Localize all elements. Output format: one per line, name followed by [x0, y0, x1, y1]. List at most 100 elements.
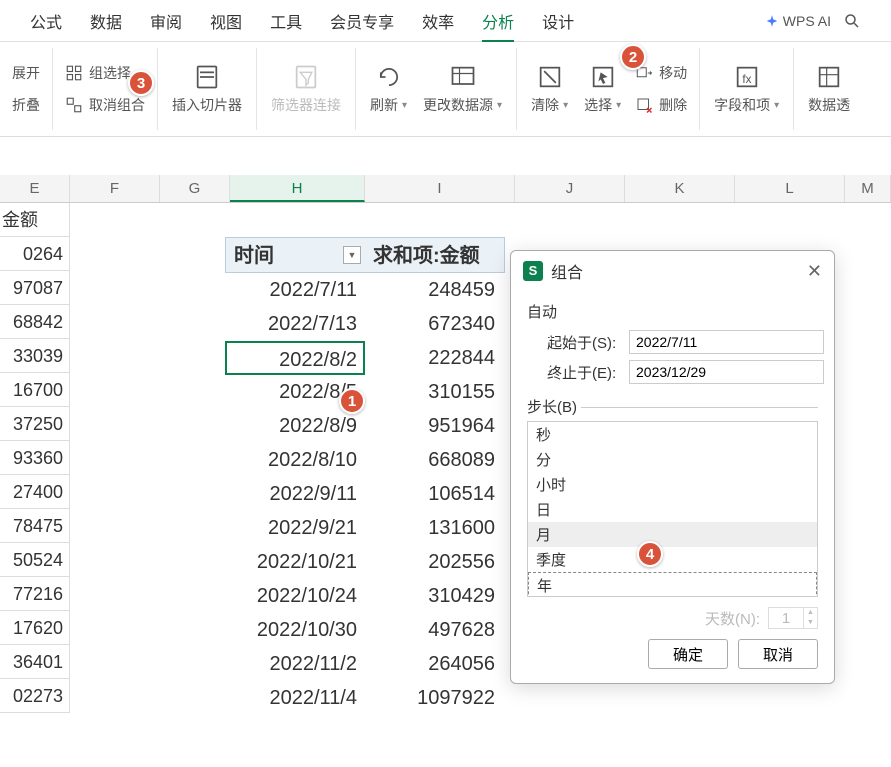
menu-tab-0[interactable]: 公式	[30, 1, 62, 41]
left-cell[interactable]: 68842	[0, 305, 70, 339]
pivot-row[interactable]: 2022/11/2264056	[225, 647, 505, 681]
pivot-row[interactable]: 2022/10/21202556	[225, 545, 505, 579]
filter-dropdown-button[interactable]: ▼	[343, 246, 361, 264]
menu-tab-4[interactable]: 工具	[270, 1, 302, 41]
left-cell[interactable]: 02273	[0, 679, 70, 713]
pivot-date-cell[interactable]: 2022/8/10	[225, 443, 363, 477]
change-data-source-button[interactable]: 更改数据源▾	[419, 59, 506, 119]
column-header-F[interactable]: F	[70, 175, 160, 202]
pivot-row[interactable]: 2022/8/5310155	[225, 375, 505, 409]
pivot-date-cell[interactable]: 2022/8/9	[225, 409, 363, 443]
spin-up[interactable]: ▲	[804, 608, 817, 618]
left-cell[interactable]: 50524	[0, 543, 70, 577]
menu-tab-6[interactable]: 效率	[422, 1, 454, 41]
end-input[interactable]	[629, 360, 824, 384]
column-header-L[interactable]: L	[735, 175, 845, 202]
menu-tab-8[interactable]: 设计	[542, 1, 574, 41]
left-cell[interactable]: 17620	[0, 611, 70, 645]
expand-button[interactable]: 展开	[10, 60, 42, 86]
menu-tab-5[interactable]: 会员专享	[330, 1, 394, 41]
pivot-value-cell[interactable]: 310155	[363, 375, 505, 409]
pivot-date-cell[interactable]: 2022/11/2	[225, 647, 363, 681]
left-cell[interactable]: 0264	[0, 237, 70, 271]
ungroup-button[interactable]: 取消组合	[63, 92, 147, 118]
step-option[interactable]: 年	[528, 572, 817, 597]
menu-tab-7[interactable]: 分析	[482, 1, 514, 41]
start-input[interactable]	[629, 330, 824, 354]
pivot-date-cell[interactable]: 2022/9/21	[225, 511, 363, 545]
pivot-time-header[interactable]: 时间 ▼	[226, 238, 365, 272]
pivot-value-header[interactable]: 求和项:金额	[365, 238, 504, 272]
step-option[interactable]: 月	[528, 522, 817, 547]
left-cell[interactable]: 37250	[0, 407, 70, 441]
filter-connections-button[interactable]: 筛选器连接	[267, 59, 345, 119]
step-option[interactable]: 分	[528, 447, 817, 472]
left-cell[interactable]: 97087	[0, 271, 70, 305]
refresh-button[interactable]: 刷新▾	[366, 59, 411, 119]
step-option[interactable]: 小时	[528, 472, 817, 497]
select-button[interactable]: 选择▾	[580, 59, 625, 119]
column-header-H[interactable]: H	[230, 175, 365, 202]
pivot-value-cell[interactable]: 248459	[363, 273, 505, 307]
left-cell[interactable]: 36401	[0, 645, 70, 679]
left-cell[interactable]: 33039	[0, 339, 70, 373]
pivot-row[interactable]: 2022/8/10668089	[225, 443, 505, 477]
search-icon[interactable]	[843, 12, 861, 30]
pivot-value-cell[interactable]: 131600	[363, 511, 505, 545]
step-option[interactable]: 日	[528, 497, 817, 522]
pivot-row[interactable]: 2022/9/11106514	[225, 477, 505, 511]
pivot-row[interactable]: 2022/9/21131600	[225, 511, 505, 545]
pivot-date-cell[interactable]: 2022/9/11	[225, 477, 363, 511]
step-listbox[interactable]: 秒分小时日月季度年	[527, 421, 818, 597]
pivot-date-cell[interactable]: 2022/8/2	[225, 341, 365, 375]
collapse-button[interactable]: 折叠	[10, 92, 42, 118]
pivot-date-cell[interactable]: 2022/7/11	[225, 273, 363, 307]
step-option[interactable]: 季度	[528, 547, 817, 572]
ok-button[interactable]: 确定	[648, 639, 728, 669]
pivot-row[interactable]: 2022/8/9951964	[225, 409, 505, 443]
cancel-button[interactable]: 取消	[738, 639, 818, 669]
close-button[interactable]: ✕	[807, 261, 822, 282]
pivot-row[interactable]: 2022/7/13672340	[225, 307, 505, 341]
pivot-date-cell[interactable]: 2022/10/30	[225, 613, 363, 647]
pivot-date-cell[interactable]: 2022/7/13	[225, 307, 363, 341]
pivot-row[interactable]: 2022/10/30497628	[225, 613, 505, 647]
delete-button[interactable]: 删除	[633, 92, 689, 118]
left-cell[interactable]: 93360	[0, 441, 70, 475]
clear-button[interactable]: 清除▾	[527, 59, 572, 119]
menu-tab-2[interactable]: 审阅	[150, 1, 182, 41]
insert-slicer-button[interactable]: 插入切片器	[168, 59, 246, 119]
pivot-date-cell[interactable]: 2022/11/4	[225, 681, 363, 715]
pivot-row[interactable]: 2022/8/2222844	[225, 341, 505, 375]
pivot-value-cell[interactable]: 951964	[363, 409, 505, 443]
left-cell[interactable]: 27400	[0, 475, 70, 509]
column-header-G[interactable]: G	[160, 175, 230, 202]
left-cell[interactable]: 77216	[0, 577, 70, 611]
column-header-J[interactable]: J	[515, 175, 625, 202]
pivot-date-cell[interactable]: 2022/10/24	[225, 579, 363, 613]
fields-items-button[interactable]: fx 字段和项▾	[710, 59, 783, 119]
step-option[interactable]: 秒	[528, 422, 817, 447]
column-header-I[interactable]: I	[365, 175, 515, 202]
menu-tab-1[interactable]: 数据	[90, 1, 122, 41]
wps-ai-button[interactable]: WPS AI	[765, 13, 831, 29]
pivot-value-cell[interactable]: 264056	[363, 647, 505, 681]
pivot-value-cell[interactable]: 222844	[365, 341, 505, 375]
pivot-row[interactable]: 2022/7/11248459	[225, 273, 505, 307]
pivot-table-button[interactable]: 数据透	[804, 59, 854, 119]
column-header-E[interactable]: E	[0, 175, 70, 202]
menu-tab-3[interactable]: 视图	[210, 1, 242, 41]
pivot-value-cell[interactable]: 202556	[363, 545, 505, 579]
left-cell[interactable]: 16700	[0, 373, 70, 407]
pivot-value-cell[interactable]: 106514	[363, 477, 505, 511]
left-cell[interactable]: 78475	[0, 509, 70, 543]
column-header-M[interactable]: M	[845, 175, 891, 202]
pivot-date-cell[interactable]: 2022/10/21	[225, 545, 363, 579]
pivot-value-cell[interactable]: 668089	[363, 443, 505, 477]
left-col-header[interactable]: 金额	[0, 203, 70, 237]
column-header-K[interactable]: K	[625, 175, 735, 202]
pivot-row[interactable]: 2022/11/41097922	[225, 681, 505, 715]
pivot-row[interactable]: 2022/10/24310429	[225, 579, 505, 613]
pivot-value-cell[interactable]: 1097922	[363, 681, 505, 715]
pivot-value-cell[interactable]: 497628	[363, 613, 505, 647]
